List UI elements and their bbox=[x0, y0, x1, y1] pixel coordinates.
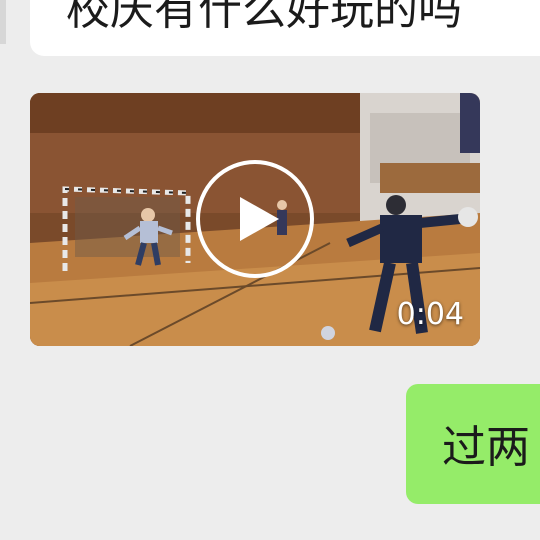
chat-conversation: 校庆有什么好玩的吗 0:04 过两 bbox=[0, 0, 540, 540]
incoming-message-text: 校庆有什么好玩的吗 bbox=[66, 0, 462, 35]
avatar-edge bbox=[0, 0, 6, 44]
video-duration: 0:04 bbox=[396, 297, 464, 332]
outgoing-message-bubble[interactable]: 过两 bbox=[406, 384, 540, 504]
play-icon[interactable] bbox=[195, 159, 315, 279]
video-message[interactable]: 0:04 bbox=[30, 93, 480, 346]
outgoing-message-text: 过两 bbox=[442, 422, 530, 473]
incoming-message-bubble[interactable]: 校庆有什么好玩的吗 bbox=[30, 0, 540, 56]
